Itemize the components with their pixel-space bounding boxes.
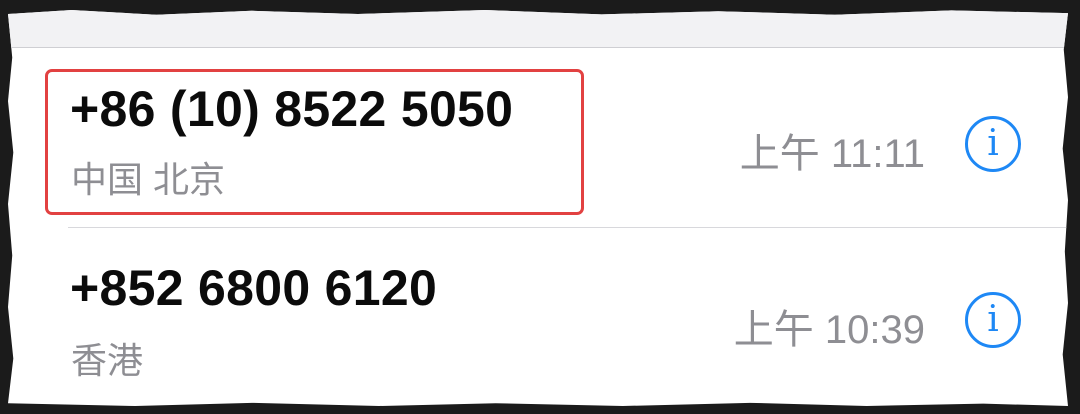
info-glyph: i [987,299,999,340]
caller-number: +852 6800 6120 [70,260,438,316]
call-row-hongkong[interactable]: +852 6800 6120 香港 上午 10:39 i [68,227,1068,406]
list-top-separator [8,10,1068,48]
info-glyph: i [987,123,999,164]
call-time: 上午 10:39 [733,308,925,352]
caller-location: 香港 [71,340,144,381]
info-icon[interactable]: i [965,292,1021,348]
call-time: 上午 11:11 [739,132,925,176]
recents-screenshot: +86 (10) 8522 5050 中国 北京 上午 11:11 i +852… [8,10,1068,406]
highlight-annotation-box [45,69,584,215]
info-icon[interactable]: i [965,116,1021,172]
